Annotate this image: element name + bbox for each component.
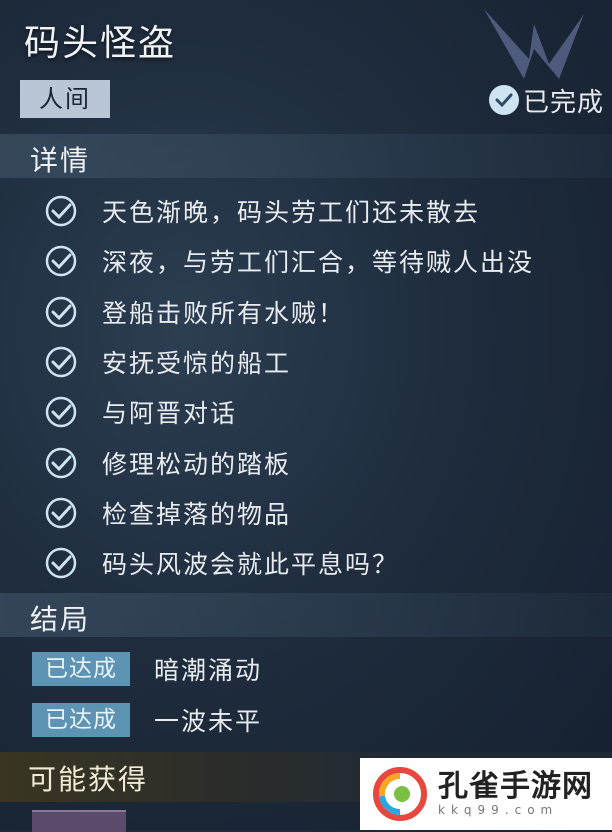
quest-step-list: 天色渐晚，码头劳工们还未散去 深夜，与劳工们汇合，等待贼人出没 登船击败所有水贼…	[44, 186, 534, 588]
quest-step-text: 安抚受惊的船工	[102, 349, 292, 379]
check-circle-icon	[45, 397, 77, 428]
quest-step: 修理松动的踏板	[44, 437, 534, 487]
quest-step: 登船击败所有水贼！	[44, 287, 534, 337]
quest-step-text: 登船击败所有水贼！	[102, 298, 346, 328]
quest-step: 天色渐晚，码头劳工们还未散去	[44, 186, 534, 236]
ending-item: 已达成 一波未平	[32, 702, 262, 738]
rewards-heading: 可能获得	[28, 763, 149, 796]
check-circle-icon	[488, 85, 519, 115]
watermark-name: 孔雀手游网	[438, 769, 593, 804]
ending-name: 一波未平	[154, 707, 263, 736]
site-watermark: 孔雀手游网 kkq99.com	[360, 758, 612, 830]
quest-status: 已完成	[488, 80, 604, 120]
quest-step: 安抚受惊的船工	[44, 337, 534, 387]
watermark-domain: kkq99.com	[438, 803, 559, 817]
details-heading: 详情	[30, 144, 91, 177]
check-circle-icon	[45, 447, 77, 478]
quest-status-label: 已完成	[522, 87, 604, 118]
check-circle-icon	[45, 346, 77, 378]
check-circle-icon	[45, 497, 77, 529]
quest-step: 深夜，与劳工们汇合，等待贼人出没	[44, 236, 534, 286]
reward-item-slot[interactable]	[32, 810, 126, 832]
peacock-logo-icon	[373, 767, 427, 821]
check-circle-icon	[45, 547, 77, 579]
quest-step-text: 深夜，与劳工们汇合，等待贼人出没	[102, 248, 535, 278]
quest-title: 码头怪盗	[24, 23, 177, 64]
quest-category-tag: 人间	[20, 80, 110, 118]
quest-step: 与阿晋对话	[44, 387, 534, 437]
endings-section-bar	[0, 593, 612, 637]
guild-emblem-icon	[484, 9, 584, 79]
quest-step: 码头风波会就此平息吗？	[44, 538, 534, 588]
details-section-bar	[0, 134, 612, 178]
check-circle-icon	[45, 296, 77, 327]
quest-step-text: 码头风波会就此平息吗？	[102, 550, 400, 580]
quest-step: 检查掉落的物品	[44, 488, 534, 538]
quest-step-text: 与阿晋对话	[102, 399, 238, 429]
ending-achieved-badge: 已达成	[32, 703, 130, 737]
quest-step-text: 修理松动的踏板	[102, 449, 292, 479]
quest-step-text: 天色渐晚，码头劳工们还未散去	[102, 198, 481, 228]
quest-step-text: 检查掉落的物品	[102, 499, 292, 529]
check-circle-icon	[45, 246, 77, 277]
ending-achieved-badge: 已达成	[32, 652, 130, 686]
ending-item: 已达成 暗潮涌动	[32, 651, 262, 687]
endings-heading: 结局	[30, 603, 91, 636]
check-circle-icon	[45, 195, 77, 227]
ending-name: 暗潮涌动	[154, 656, 263, 685]
